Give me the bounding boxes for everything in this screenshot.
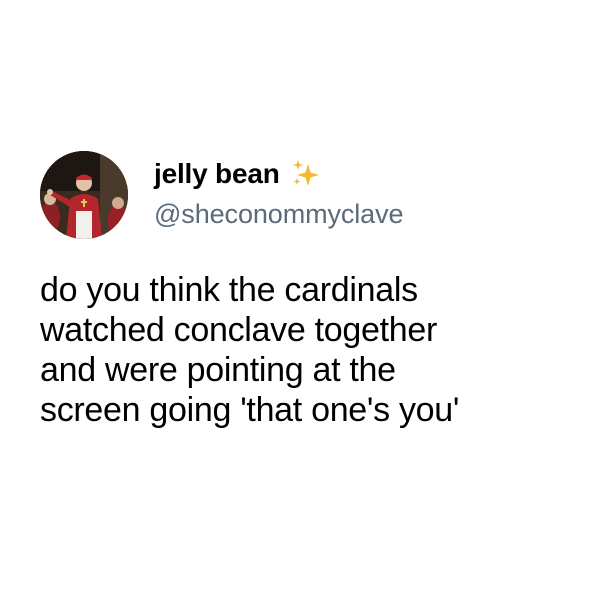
tweet-text-line: do you think the cardinals xyxy=(40,271,418,309)
avatar-image xyxy=(40,151,128,239)
avatar[interactable] xyxy=(40,151,128,239)
tweet-card: jelly bean @sheconommyclave do you think… xyxy=(0,0,599,599)
tweet-text-line: and were pointing at the xyxy=(40,351,396,389)
tweet-text: do you think the cardinals watched concl… xyxy=(40,270,580,430)
author-row: jelly bean xyxy=(154,156,322,192)
display-name[interactable]: jelly bean xyxy=(154,156,280,192)
tweet-text-line: screen going 'that one's you' xyxy=(40,391,460,429)
sparkles-icon xyxy=(290,158,322,190)
tweet-text-line: watched conclave together xyxy=(40,311,437,349)
author-handle[interactable]: @sheconommyclave xyxy=(154,197,404,231)
